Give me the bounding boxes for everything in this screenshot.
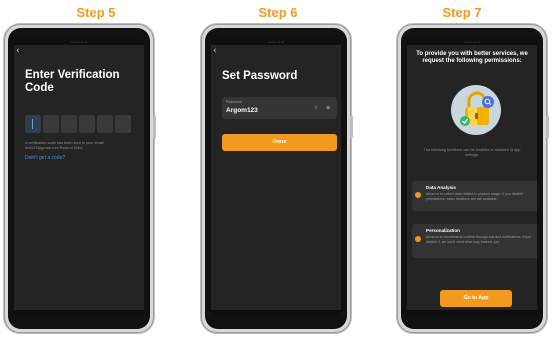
phone-step-7: Verizon 9:41 To provide you with better … <box>397 24 549 333</box>
phone-bezel: Verizon 9:41 ‹ Enter Verification Code A… <box>8 28 150 329</box>
permission-toggle[interactable] <box>415 192 421 198</box>
permission-description: Allow us to recommend content through ad… <box>426 235 532 244</box>
code-box[interactable] <box>97 115 113 133</box>
page-title: Set Password <box>222 70 298 82</box>
done-button[interactable]: Done <box>222 134 337 151</box>
step-7-title: Step 7 <box>442 5 482 20</box>
verification-info-text: A verification code has been sent to you… <box>25 141 104 150</box>
screen-verification: Verizon 9:41 ‹ Enter Verification Code A… <box>14 39 144 316</box>
phone-step-6: Verizon 9:41 ‹ Set Password Password Arg… <box>201 24 353 333</box>
resend-code-link[interactable]: Didn't get a code? <box>25 155 65 161</box>
permissions-title: To provide you with better services, we … <box>416 51 528 64</box>
clear-icon[interactable]: × <box>314 105 318 111</box>
code-box[interactable] <box>115 115 131 133</box>
phone-step-5: Verizon 9:41 ‹ Enter Verification Code A… <box>4 24 156 333</box>
back-arrow-icon[interactable]: ‹ <box>16 47 20 56</box>
permission-title: Personalization <box>426 228 460 233</box>
back-arrow-icon[interactable]: ‹ <box>213 47 217 56</box>
permission-illustration <box>451 85 501 135</box>
phone-bezel: Verizon 9:41 ‹ Set Password Password Arg… <box>205 28 347 329</box>
screen-permissions: Verizon 9:41 To provide you with better … <box>407 39 537 316</box>
side-button <box>350 116 353 138</box>
status-bar: Verizon 9:41 <box>407 39 537 45</box>
page-title: Enter Verification Code <box>25 69 120 94</box>
screen-set-password: Verizon 9:41 ‹ Set Password Password Arg… <box>211 39 341 316</box>
permission-description: Allow us to collect data related to prod… <box>426 192 523 201</box>
status-bar: Verizon 9:41 <box>14 39 144 45</box>
home-bar <box>407 310 537 316</box>
code-box[interactable] <box>61 115 77 133</box>
permission-card-personalization[interactable]: Personalization Allow us to recommend co… <box>412 224 537 258</box>
code-input-row[interactable] <box>25 115 131 133</box>
side-button <box>546 116 549 138</box>
step-5-title: Step 5 <box>76 5 116 20</box>
lock-icon <box>460 91 494 126</box>
side-button <box>153 116 156 138</box>
code-box[interactable] <box>79 115 95 133</box>
status-bar: Verizon 9:41 <box>211 39 341 45</box>
phone-bezel: Verizon 9:41 To provide you with better … <box>401 28 543 329</box>
permissions-caption: The following functions can be enabled o… <box>423 148 521 157</box>
password-value[interactable]: Argom123 <box>226 107 258 114</box>
step-6-title: Step 6 <box>258 5 298 20</box>
code-box[interactable] <box>43 115 59 133</box>
permission-toggle[interactable] <box>415 236 421 242</box>
go-to-app-button[interactable]: Go to App <box>440 290 512 307</box>
permission-title: Data Analysis <box>426 185 456 190</box>
home-bar <box>14 310 144 316</box>
permission-card-data-analysis[interactable]: Data Analysis Allow us to collect data r… <box>412 181 537 211</box>
home-bar <box>211 310 341 316</box>
password-field[interactable]: Password Argom123 × ◉ <box>222 97 337 119</box>
code-box[interactable] <box>25 115 41 133</box>
eye-icon[interactable]: ◉ <box>326 105 330 111</box>
password-label: Password <box>226 100 242 104</box>
